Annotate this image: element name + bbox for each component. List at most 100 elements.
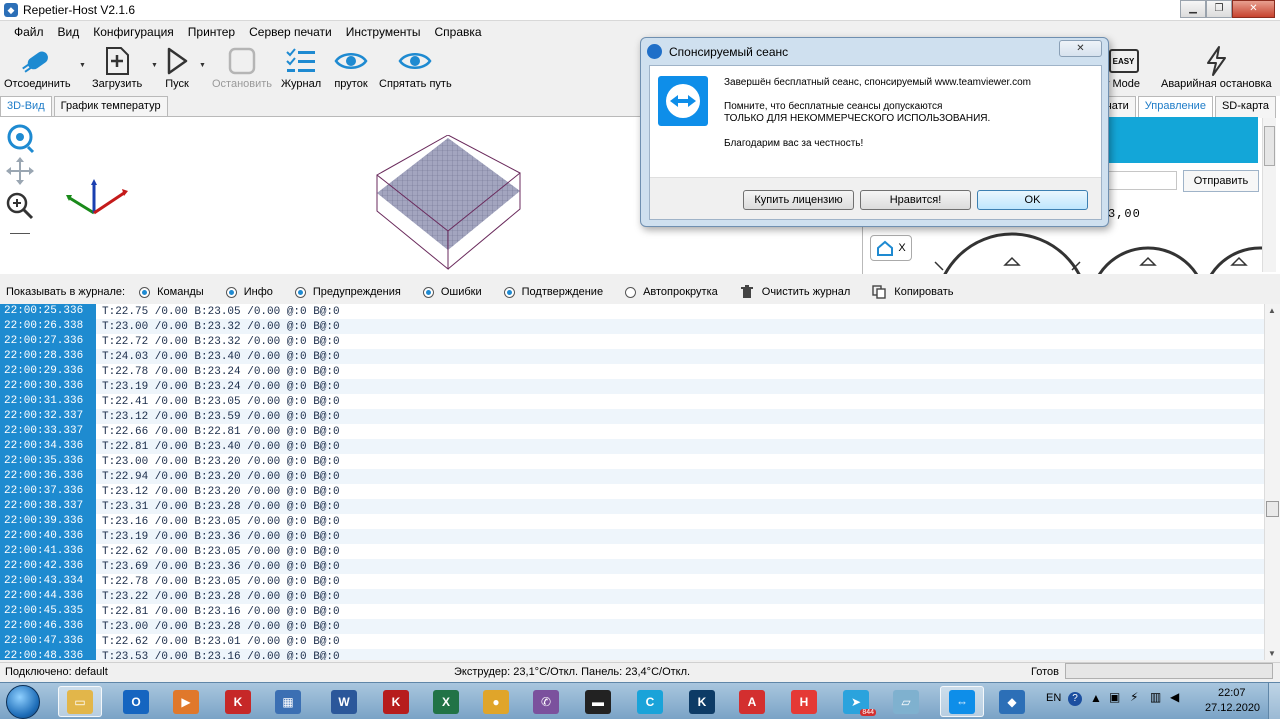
tray-icon-1[interactable]: ▣ bbox=[1109, 690, 1120, 704]
log-row[interactable]: 22:00:47.336 T:22.62 /0.00 B:23.01 /0.00 … bbox=[0, 634, 1264, 649]
tray-expand-icon[interactable]: ▲ bbox=[1090, 691, 1102, 705]
log-row[interactable]: 22:00:28.336 T:24.03 /0.00 B:23.40 /0.00 … bbox=[0, 349, 1264, 364]
start-button[interactable] bbox=[6, 685, 40, 719]
dialog-close-button[interactable]: ✕ bbox=[1059, 40, 1102, 57]
taskbar-app-word[interactable]: W bbox=[322, 686, 366, 717]
log-row[interactable]: 22:00:39.336 T:23.16 /0.00 B:23.05 /0.00 … bbox=[0, 514, 1264, 529]
emergency-stop-button[interactable]: Аварийная остановка bbox=[1161, 44, 1272, 90]
tab-temperature-graph[interactable]: График температур bbox=[53, 96, 168, 116]
taskbar-app-repetier[interactable]: ◆ bbox=[990, 686, 1034, 717]
minimize-button[interactable]: ▁ bbox=[1180, 0, 1206, 18]
language-indicator[interactable]: EN bbox=[1046, 692, 1061, 704]
scroll-thumb[interactable] bbox=[1266, 501, 1279, 517]
clock-date[interactable]: 27.12.2020 bbox=[1205, 702, 1260, 714]
log-row[interactable]: 22:00:38.337 T:23.31 /0.00 B:23.28 /0.00 … bbox=[0, 499, 1264, 514]
jog-controls[interactable] bbox=[930, 232, 1262, 274]
log-table[interactable]: 22:00:25.336 T:22.75 /0.00 B:23.05 /0.00 … bbox=[0, 304, 1264, 660]
like-button[interactable]: Нравится! bbox=[860, 190, 971, 210]
menu-config[interactable]: Конфигурация bbox=[87, 25, 182, 39]
taskbar-app-excel[interactable]: X bbox=[424, 686, 468, 717]
log-row[interactable]: 22:00:46.336 T:23.00 /0.00 B:23.28 /0.00 … bbox=[0, 619, 1264, 634]
log-row[interactable]: 22:00:29.336 T:22.78 /0.00 B:23.24 /0.00 … bbox=[0, 364, 1264, 379]
filter-info[interactable]: Инфо bbox=[225, 286, 273, 298]
log-row[interactable]: 22:00:48.336 T:23.53 /0.00 B:23.16 /0.00 … bbox=[0, 649, 1264, 660]
log-row[interactable]: 22:00:44.336 T:23.22 /0.00 B:23.28 /0.00 … bbox=[0, 589, 1264, 604]
taskbar-app-terminal[interactable]: ▬ bbox=[576, 686, 620, 717]
log-row[interactable]: 22:00:35.336 T:23.00 /0.00 B:23.20 /0.00 … bbox=[0, 454, 1264, 469]
rotate-icon[interactable] bbox=[4, 121, 36, 155]
tab-control[interactable]: Управление bbox=[1137, 96, 1213, 118]
taskbar-app-kompas[interactable]: K bbox=[374, 686, 418, 717]
menu-file[interactable]: Файл bbox=[0, 25, 52, 39]
log-row[interactable]: 22:00:31.336 T:22.41 /0.00 B:23.05 /0.00 … bbox=[0, 394, 1264, 409]
show-desktop-button[interactable] bbox=[1268, 683, 1280, 719]
buy-license-button[interactable]: Купить лицензию bbox=[743, 190, 854, 210]
log-row[interactable]: 22:00:34.336 T:22.81 /0.00 B:23.40 /0.00 … bbox=[0, 439, 1264, 454]
taskbar-app-media[interactable]: ▶ bbox=[164, 686, 208, 717]
close-button[interactable]: ✕ bbox=[1232, 0, 1275, 18]
log-row[interactable]: 22:00:33.337 T:22.66 /0.00 B:22.81 /0.00 … bbox=[0, 424, 1264, 439]
scroll-down-icon[interactable]: ▼ bbox=[1268, 649, 1276, 658]
run-dropdown-icon[interactable]: ▼ bbox=[199, 62, 206, 69]
log-row[interactable]: 22:00:37.336 T:23.12 /0.00 B:23.20 /0.00 … bbox=[0, 484, 1264, 499]
taskbar-app-notes[interactable]: ▱ bbox=[884, 686, 928, 717]
log-button[interactable]: Журнал bbox=[281, 44, 321, 90]
home-x-button[interactable]: X bbox=[870, 235, 912, 261]
taskbar-app-kompas-red[interactable]: K bbox=[216, 686, 260, 717]
log-scrollbar[interactable]: ▲ ▼ bbox=[1264, 304, 1280, 660]
scroll-up-icon[interactable]: ▲ bbox=[1268, 306, 1276, 315]
log-row[interactable]: 22:00:40.336 T:23.19 /0.00 B:23.36 /0.00 … bbox=[0, 529, 1264, 544]
taskbar-app-chrome[interactable]: ● bbox=[474, 686, 518, 717]
gcode-input[interactable] bbox=[1107, 171, 1177, 190]
log-row[interactable]: 22:00:45.335 T:22.81 /0.00 B:23.16 /0.00 … bbox=[0, 604, 1264, 619]
copy-button[interactable]: Копировать bbox=[872, 285, 954, 299]
log-row[interactable]: 22:00:26.338 T:23.00 /0.00 B:23.32 /0.00 … bbox=[0, 319, 1264, 334]
move-icon[interactable] bbox=[4, 155, 36, 189]
taskbar-app-k-app[interactable]: K bbox=[680, 686, 724, 717]
filter-warnings[interactable]: Предупреждения bbox=[294, 286, 401, 298]
log-row[interactable]: 22:00:36.336 T:22.94 /0.00 B:23.20 /0.00 … bbox=[0, 469, 1264, 484]
taskbar-app-telegram[interactable]: ➤ 844 bbox=[834, 686, 878, 717]
log-row[interactable]: 22:00:43.334 T:22.78 /0.00 B:23.05 /0.00 … bbox=[0, 574, 1264, 589]
clock-time[interactable]: 22:07 bbox=[1218, 687, 1246, 699]
load-button[interactable]: Загрузить bbox=[92, 44, 142, 90]
help-icon[interactable]: ? bbox=[1068, 692, 1082, 706]
taskbar-app-network[interactable]: ▦ bbox=[266, 686, 310, 717]
stop-button[interactable]: Остановить bbox=[212, 44, 272, 90]
menu-print-server[interactable]: Сервер печати bbox=[243, 25, 340, 39]
network-icon[interactable]: ▥ bbox=[1150, 690, 1161, 704]
easy-mode-button[interactable]: EASY Easy Mode bbox=[1085, 44, 1140, 90]
log-row[interactable]: 22:00:41.336 T:22.62 /0.00 B:23.05 /0.00 … bbox=[0, 544, 1264, 559]
volume-icon[interactable]: ◀ bbox=[1170, 690, 1179, 704]
load-dropdown-icon[interactable]: ▼ bbox=[151, 62, 158, 69]
log-row[interactable]: 22:00:32.337 T:23.12 /0.00 B:23.59 /0.00 … bbox=[0, 409, 1264, 424]
taskbar-app-h-app[interactable]: H bbox=[782, 686, 826, 717]
disconnect-dropdown-icon[interactable]: ▼ bbox=[79, 62, 86, 69]
menu-tools[interactable]: Инструменты bbox=[340, 25, 429, 39]
filter-errors[interactable]: Ошибки bbox=[422, 286, 482, 298]
log-row[interactable]: 22:00:25.336 T:22.75 /0.00 B:23.05 /0.00 … bbox=[0, 304, 1264, 319]
right-panel-scrollbar[interactable] bbox=[1262, 118, 1276, 272]
maximize-button[interactable]: ❐ bbox=[1206, 0, 1232, 18]
tab-sd-card[interactable]: SD-карта bbox=[1214, 96, 1276, 118]
tray-icon-2[interactable]: ⚡ bbox=[1130, 690, 1138, 704]
taskbar-app-teamviewer[interactable]: ⇔ bbox=[940, 686, 984, 717]
filter-autoscroll[interactable]: Автопрокрутка bbox=[625, 286, 718, 298]
log-row[interactable]: 22:00:42.336 T:23.69 /0.00 B:23.36 /0.00 … bbox=[0, 559, 1264, 574]
disconnect-button[interactable]: Отсоединить bbox=[4, 44, 71, 90]
menu-view[interactable]: Вид bbox=[52, 25, 88, 39]
menu-printer[interactable]: Принтер bbox=[182, 25, 243, 39]
log-row[interactable]: 22:00:30.336 T:23.19 /0.00 B:23.24 /0.00 … bbox=[0, 379, 1264, 394]
menu-help[interactable]: Справка bbox=[429, 25, 490, 39]
zoom-icon[interactable] bbox=[4, 189, 36, 223]
send-button[interactable]: Отправить bbox=[1183, 170, 1259, 192]
log-row[interactable]: 22:00:27.336 T:22.72 /0.00 B:23.32 /0.00 … bbox=[0, 334, 1264, 349]
tab-3d-view[interactable]: 3D-Вид bbox=[0, 96, 52, 116]
taskbar-app-explorer[interactable]: ▭ bbox=[58, 686, 102, 717]
taskbar-app-outlook[interactable]: O bbox=[114, 686, 158, 717]
run-button[interactable]: Пуск bbox=[164, 44, 190, 90]
ok-button[interactable]: OK bbox=[977, 190, 1088, 210]
taskbar-app-viber[interactable]: ✆ bbox=[524, 686, 568, 717]
clear-log-button[interactable]: Очистить журнал bbox=[740, 285, 850, 299]
hide-path-button[interactable]: Спрятать путь bbox=[379, 44, 452, 90]
